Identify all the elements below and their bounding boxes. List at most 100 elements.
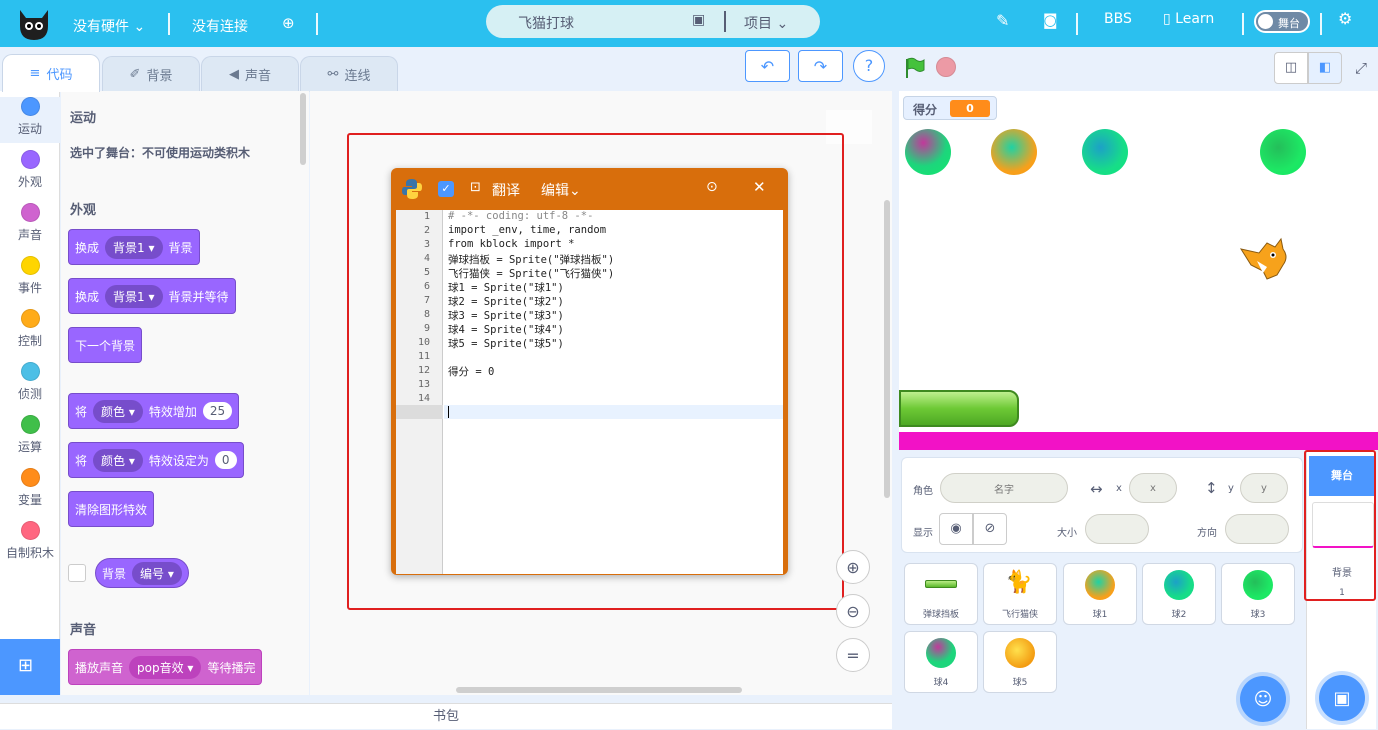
tab-backdrops[interactable]: ✐ 背景 xyxy=(102,56,200,92)
block-text: 换成 xyxy=(75,240,100,255)
choose-sprite-button[interactable]: ☺ xyxy=(1240,676,1286,722)
app-logo[interactable] xyxy=(16,4,52,42)
sprite-tile-paddle[interactable]: 弹球挡板 xyxy=(904,563,978,625)
direction-input[interactable] xyxy=(1225,514,1289,544)
normal-stage-button[interactable]: ◧ xyxy=(1308,52,1342,84)
highlight-box xyxy=(1304,450,1376,601)
ball-sprite[interactable] xyxy=(905,129,951,175)
show-sprite-button[interactable]: ◉ xyxy=(939,513,973,545)
globe-icon[interactable]: ⊕ xyxy=(282,14,295,32)
edit-menu[interactable]: 编辑⌄ xyxy=(541,180,581,200)
number-input[interactable]: 25 xyxy=(202,402,233,420)
run-icon[interactable]: ⊙ xyxy=(706,179,718,195)
workspace-vertical-scrollbar[interactable] xyxy=(884,200,890,498)
translate-button[interactable]: 翻译 xyxy=(492,180,520,200)
sound-dropdown[interactable]: pop音效 ▾ xyxy=(129,655,202,679)
sprite-tile-ball2[interactable]: 球2 xyxy=(1142,563,1216,625)
close-icon[interactable]: ✕ xyxy=(753,178,766,196)
learn-link[interactable]: ▯ Learn xyxy=(1163,11,1214,27)
block-play-sound-until-done[interactable]: 播放声音 pop音效 ▾ 等待播完 xyxy=(68,649,263,685)
stop-button[interactable] xyxy=(936,57,956,77)
block-switch-backdrop[interactable]: 换成 背景1 ▾ 背景 xyxy=(68,229,200,265)
cat-add-icon: ☺ xyxy=(1253,688,1273,710)
sprite-name: 球4 xyxy=(933,678,949,688)
block-backdrop-number[interactable]: 背景 编号 ▾ xyxy=(95,558,189,588)
reporter-checkbox[interactable] xyxy=(68,564,86,582)
zoom-reset-button[interactable]: = xyxy=(836,638,870,672)
category-sound[interactable]: 声音 xyxy=(0,203,60,243)
gear-icon[interactable]: ⚙ xyxy=(1338,9,1352,28)
brush-icon: ✐ xyxy=(129,67,141,82)
undo-button[interactable]: ↶ xyxy=(745,50,790,82)
connection-menu[interactable]: 没有连接 xyxy=(192,16,248,36)
flying-cat-sprite[interactable] xyxy=(1237,235,1293,283)
camera-icon[interactable]: ◙ xyxy=(1043,11,1058,29)
score-label: 得分 xyxy=(913,103,938,117)
category-variables[interactable]: 变量 xyxy=(0,468,60,508)
pencil-icon[interactable]: ✎ xyxy=(996,11,1009,30)
category-events[interactable]: 事件 xyxy=(0,256,60,296)
hide-sprite-button[interactable]: ⊘ xyxy=(973,513,1007,545)
project-title-input[interactable]: 飞猫打球 xyxy=(518,13,574,33)
block-text: 特效增加 xyxy=(148,404,197,419)
tab-wiring[interactable]: ⚯ 连线 xyxy=(300,56,398,92)
sprite-tile-cat[interactable]: 🐈 飞行猫侠 xyxy=(983,563,1057,625)
code-editor[interactable]: 123456789101112131415 # -*- coding: utf-… xyxy=(396,210,783,574)
number-input[interactable]: 0 xyxy=(214,451,237,469)
block-set-effect[interactable]: 将颜色 ▾ 特效设定为 0 xyxy=(68,442,244,478)
size-input[interactable] xyxy=(1085,514,1149,544)
tab-sounds[interactable]: ◀ 声音 xyxy=(201,56,299,92)
bbs-link[interactable]: BBS xyxy=(1104,11,1132,27)
tab-code[interactable]: ≡ 代码 xyxy=(2,54,100,92)
zoom-out-button[interactable]: ⊖ xyxy=(836,594,870,628)
green-flag-icon[interactable] xyxy=(903,56,927,80)
ball-sprite[interactable] xyxy=(1260,129,1306,175)
sprite-tile-ball5[interactable]: 球5 xyxy=(983,631,1057,693)
block-next-backdrop[interactable]: 下一个背景 xyxy=(68,327,143,363)
ball-sprite[interactable] xyxy=(991,129,1037,175)
workspace-horizontal-scrollbar[interactable] xyxy=(456,687,742,693)
sprite-tile-ball4[interactable]: 球4 xyxy=(904,631,978,693)
category-motion[interactable]: 运动 xyxy=(0,97,60,143)
fullscreen-button[interactable]: ⤢ xyxy=(1348,54,1374,82)
category-my-blocks[interactable]: 自制积木 xyxy=(0,521,60,561)
zoom-in-button[interactable]: ⊕ xyxy=(836,550,870,584)
redo-button[interactable]: ↷ xyxy=(798,50,843,82)
paddle-sprite[interactable] xyxy=(899,390,1019,427)
project-menu[interactable]: 项目 ⌄ xyxy=(744,13,788,33)
line-number: 5 xyxy=(423,267,430,278)
code-line: import _env, time, random xyxy=(448,224,607,236)
save-icon[interactable]: ▣ xyxy=(692,12,705,28)
backdrop-dropdown[interactable]: 背景1 ▾ xyxy=(105,284,163,308)
effect-dropdown[interactable]: 颜色 ▾ xyxy=(93,448,143,472)
block-switch-backdrop-wait[interactable]: 换成 背景1 ▾ 背景并等待 xyxy=(68,278,236,314)
score-monitor: 得分 0 xyxy=(903,96,997,120)
category-label: 外观 xyxy=(17,175,42,189)
choose-backdrop-button[interactable]: ▣ xyxy=(1319,675,1365,721)
help-button[interactable]: ? xyxy=(853,50,885,82)
sprite-tile-ball1[interactable]: 球1 xyxy=(1063,563,1137,625)
stage[interactable]: 得分 0 xyxy=(899,91,1378,450)
palette-scrollbar[interactable] xyxy=(300,93,306,165)
category-looks[interactable]: 外观 xyxy=(0,150,60,190)
category-control[interactable]: 控制 xyxy=(0,309,60,349)
sprite-name: 球2 xyxy=(1171,610,1187,620)
effect-dropdown[interactable]: 颜色 ▾ xyxy=(93,399,143,423)
block-clear-effects[interactable]: 清除图形特效 xyxy=(68,491,155,527)
small-stage-button[interactable]: ◫ xyxy=(1274,52,1308,84)
category-operators[interactable]: 运算 xyxy=(0,415,60,455)
ball-sprite[interactable] xyxy=(1082,129,1128,175)
block-change-effect[interactable]: 将颜色 ▾ 特效增加 25 xyxy=(68,393,240,429)
hardware-menu[interactable]: 没有硬件 ⌄ xyxy=(73,16,145,36)
x-input[interactable]: x xyxy=(1129,473,1177,503)
add-extension-button[interactable]: ⊞ xyxy=(0,639,60,695)
backdrop-dropdown[interactable]: 背景1 ▾ xyxy=(105,235,163,259)
stage-toggle[interactable]: 舞台 xyxy=(1254,10,1310,33)
enable-checkbox[interactable]: ✓ xyxy=(438,181,454,197)
number-name-dropdown[interactable]: 编号 ▾ xyxy=(132,561,182,585)
sprite-tile-ball3[interactable]: 球3 xyxy=(1221,563,1295,625)
sprite-name-input[interactable]: 名字 xyxy=(940,473,1068,503)
y-input[interactable]: y xyxy=(1240,473,1288,503)
bookbag[interactable]: 书包 xyxy=(0,703,892,729)
category-sensing[interactable]: 侦测 xyxy=(0,362,60,402)
